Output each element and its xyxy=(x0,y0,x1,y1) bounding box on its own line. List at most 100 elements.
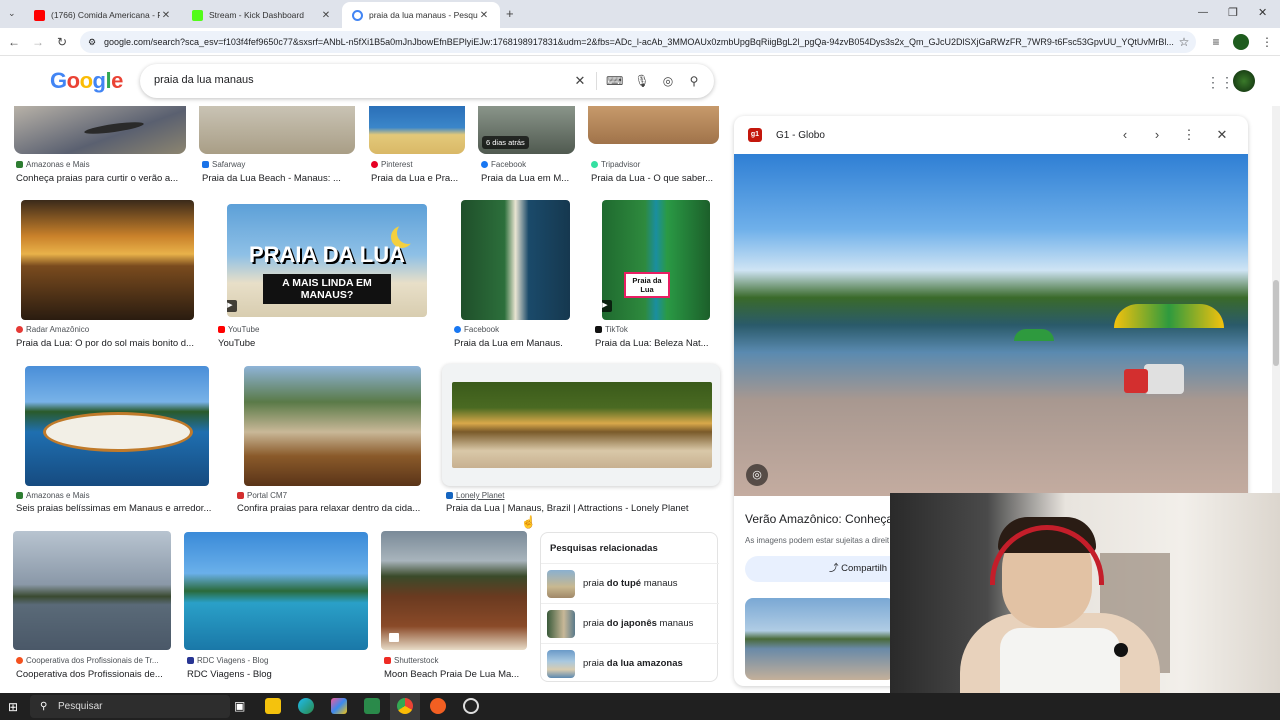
result-caption[interactable]: Praia da Lua: O por do sol mais bonito d… xyxy=(16,338,200,349)
related-search-item[interactable]: praia do japonês manaus xyxy=(541,603,719,643)
lens-search-icon[interactable]: ◎ xyxy=(746,464,768,486)
browser-toolbar: ← → ↻ ⚙ google.com/search?sca_esv=f103f4… xyxy=(0,28,1280,56)
close-tab-icon[interactable]: ✕ xyxy=(478,10,490,21)
copilot-icon[interactable] xyxy=(331,698,347,714)
result-image[interactable]: PRAIA DA LUA A MAIS LINDA EM MANAUS? ▶ xyxy=(227,204,427,317)
result-source[interactable]: Lonely Planet xyxy=(446,491,504,500)
result-image[interactable] xyxy=(381,531,527,650)
account-avatar[interactable] xyxy=(1233,70,1255,92)
result-caption[interactable]: Praia da Lua Beach - Manaus: ... xyxy=(202,173,354,184)
result-image[interactable] xyxy=(588,106,719,144)
search-icon[interactable]: ⚲ xyxy=(686,73,702,89)
profile-avatar[interactable] xyxy=(1233,34,1249,50)
close-window-icon[interactable]: ✕ xyxy=(1258,6,1267,19)
clear-search-icon[interactable]: ✕ xyxy=(572,73,588,89)
restore-icon[interactable]: ❐ xyxy=(1228,6,1238,19)
result-source[interactable]: RDC Viagens - Blog xyxy=(187,656,268,665)
google-logo[interactable]: Google xyxy=(50,68,123,94)
result-image[interactable] xyxy=(21,200,194,320)
result-source[interactable]: Facebook xyxy=(481,160,526,169)
preview-title[interactable]: Verão Amazônico: Conheça xyxy=(745,512,893,526)
close-preview-icon[interactable]: ✕ xyxy=(1213,126,1231,144)
taskbar-search[interactable]: ⚲ Pesquisar xyxy=(30,695,230,718)
result-source[interactable]: Facebook xyxy=(454,325,499,334)
site-info-icon[interactable]: ⚙ xyxy=(88,31,96,53)
search-box[interactable]: praia da lua manaus ✕ ⌨ 🎙 ◎ ⚲ xyxy=(140,64,714,98)
result-caption[interactable]: Seis praias belíssimas em Manaus e arred… xyxy=(16,503,218,514)
brave-icon[interactable] xyxy=(430,698,446,714)
result-image[interactable] xyxy=(184,532,368,650)
result-image[interactable] xyxy=(461,200,570,320)
result-caption[interactable]: Confira praias para relaxar dentro da ci… xyxy=(237,503,425,514)
tab-google-search[interactable]: praia da lua manaus - Pesquisa ✕ xyxy=(342,2,500,28)
new-tab-button[interactable]: + xyxy=(506,6,514,21)
result-image[interactable] xyxy=(369,106,465,154)
chrome-icon[interactable] xyxy=(397,698,413,714)
preview-image[interactable]: ◎ xyxy=(734,154,1248,496)
result-image[interactable]: 6 dias atrás xyxy=(478,106,575,154)
search-input[interactable]: praia da lua manaus xyxy=(154,74,254,86)
result-source[interactable]: TikTok xyxy=(595,325,628,334)
result-image[interactable] xyxy=(25,366,209,486)
forward-icon[interactable]: → xyxy=(30,34,46,50)
edge-icon[interactable] xyxy=(298,698,314,714)
file-explorer-icon[interactable] xyxy=(265,698,281,714)
result-source[interactable]: Pinterest xyxy=(371,160,413,169)
related-search-item[interactable]: praia da lua amazonas xyxy=(541,643,719,683)
task-view-icon[interactable]: ▣ xyxy=(234,699,245,713)
result-source[interactable]: Safarway xyxy=(202,160,245,169)
tab-youtube[interactable]: (1766) Comida Americana - FIV ✕ xyxy=(24,2,182,28)
result-image[interactable] xyxy=(199,106,355,154)
tab-kick[interactable]: Stream - Kick Dashboard ✕ xyxy=(182,2,342,28)
result-image[interactable] xyxy=(452,382,712,468)
close-tab-icon[interactable]: ✕ xyxy=(320,10,332,21)
close-tab-icon[interactable]: ✕ xyxy=(160,10,172,21)
result-source[interactable]: Shutterstock xyxy=(384,656,438,665)
related-preview-image[interactable] xyxy=(745,598,895,680)
result-caption[interactable]: Praia da Lua: Beleza Nat... xyxy=(595,338,717,349)
tab-search-chevron-icon[interactable]: ⌄ xyxy=(8,8,16,19)
result-source[interactable]: Radar Amazônico xyxy=(16,325,89,334)
reload-icon[interactable]: ↻ xyxy=(54,34,70,50)
back-icon[interactable]: ← xyxy=(6,34,22,50)
previous-icon[interactable]: ‹ xyxy=(1116,126,1134,144)
scrollbar-thumb[interactable] xyxy=(1273,280,1279,366)
selected-result-card[interactable] xyxy=(442,364,720,486)
result-caption[interactable]: Cooperativa dos Profissionais de... xyxy=(16,669,168,680)
bookmark-star-icon[interactable]: ☆ xyxy=(1176,34,1192,50)
result-caption[interactable]: Praia da Lua em Manaus. xyxy=(454,338,584,349)
apps-grid-icon[interactable]: ⋮⋮ xyxy=(1206,74,1234,91)
obs-icon[interactable] xyxy=(463,698,479,714)
voice-search-icon[interactable]: 🎙 xyxy=(634,73,650,89)
store-icon[interactable] xyxy=(364,698,380,714)
result-source[interactable]: YouTube xyxy=(218,325,259,334)
result-source[interactable]: Amazonas e Mais xyxy=(16,160,90,169)
preview-site-name[interactable]: G1 - Globo xyxy=(776,130,825,141)
result-image[interactable] xyxy=(14,106,186,154)
result-caption[interactable]: YouTube xyxy=(218,338,338,349)
result-source[interactable]: Amazonas e Mais xyxy=(16,491,90,500)
result-caption[interactable]: Praia da Lua | Manaus, Brazil | Attracti… xyxy=(446,503,718,514)
result-source[interactable]: Cooperativa dos Profissionais de Tr... xyxy=(16,656,159,665)
result-caption[interactable]: Conheça praias para curtir o verão a... xyxy=(16,173,188,184)
browser-menu-icon[interactable]: ⋮ xyxy=(1259,34,1275,50)
keyboard-icon[interactable]: ⌨ xyxy=(606,73,623,89)
start-icon[interactable]: ⊞ xyxy=(8,700,18,714)
result-image[interactable] xyxy=(244,366,421,486)
more-options-icon[interactable]: ⋮ xyxy=(1180,126,1198,144)
result-caption[interactable]: Moon Beach Praia De Lua Ma... xyxy=(384,669,526,680)
minimize-icon[interactable]: — xyxy=(1198,7,1208,18)
result-caption[interactable]: Praia da Lua em M... xyxy=(481,173,577,184)
lens-camera-icon[interactable]: ◎ xyxy=(660,73,676,89)
result-image[interactable] xyxy=(13,531,171,650)
result-source[interactable]: Tripadvisor xyxy=(591,160,640,169)
result-image[interactable]: Praia da Lua ▶ xyxy=(602,200,710,320)
result-caption[interactable]: Praia da Lua - O que saber... xyxy=(591,173,719,184)
address-bar[interactable]: ⚙ google.com/search?sca_esv=f103f4fef965… xyxy=(80,31,1196,53)
result-caption[interactable]: RDC Viagens - Blog xyxy=(187,669,337,680)
media-queue-icon[interactable]: ≡ xyxy=(1208,34,1224,50)
result-source[interactable]: Portal CM7 xyxy=(237,491,287,500)
related-search-item[interactable]: praia do tupé manaus xyxy=(541,563,719,603)
result-caption[interactable]: Praia da Lua e Pra... xyxy=(371,173,467,184)
next-icon[interactable]: › xyxy=(1148,126,1166,144)
